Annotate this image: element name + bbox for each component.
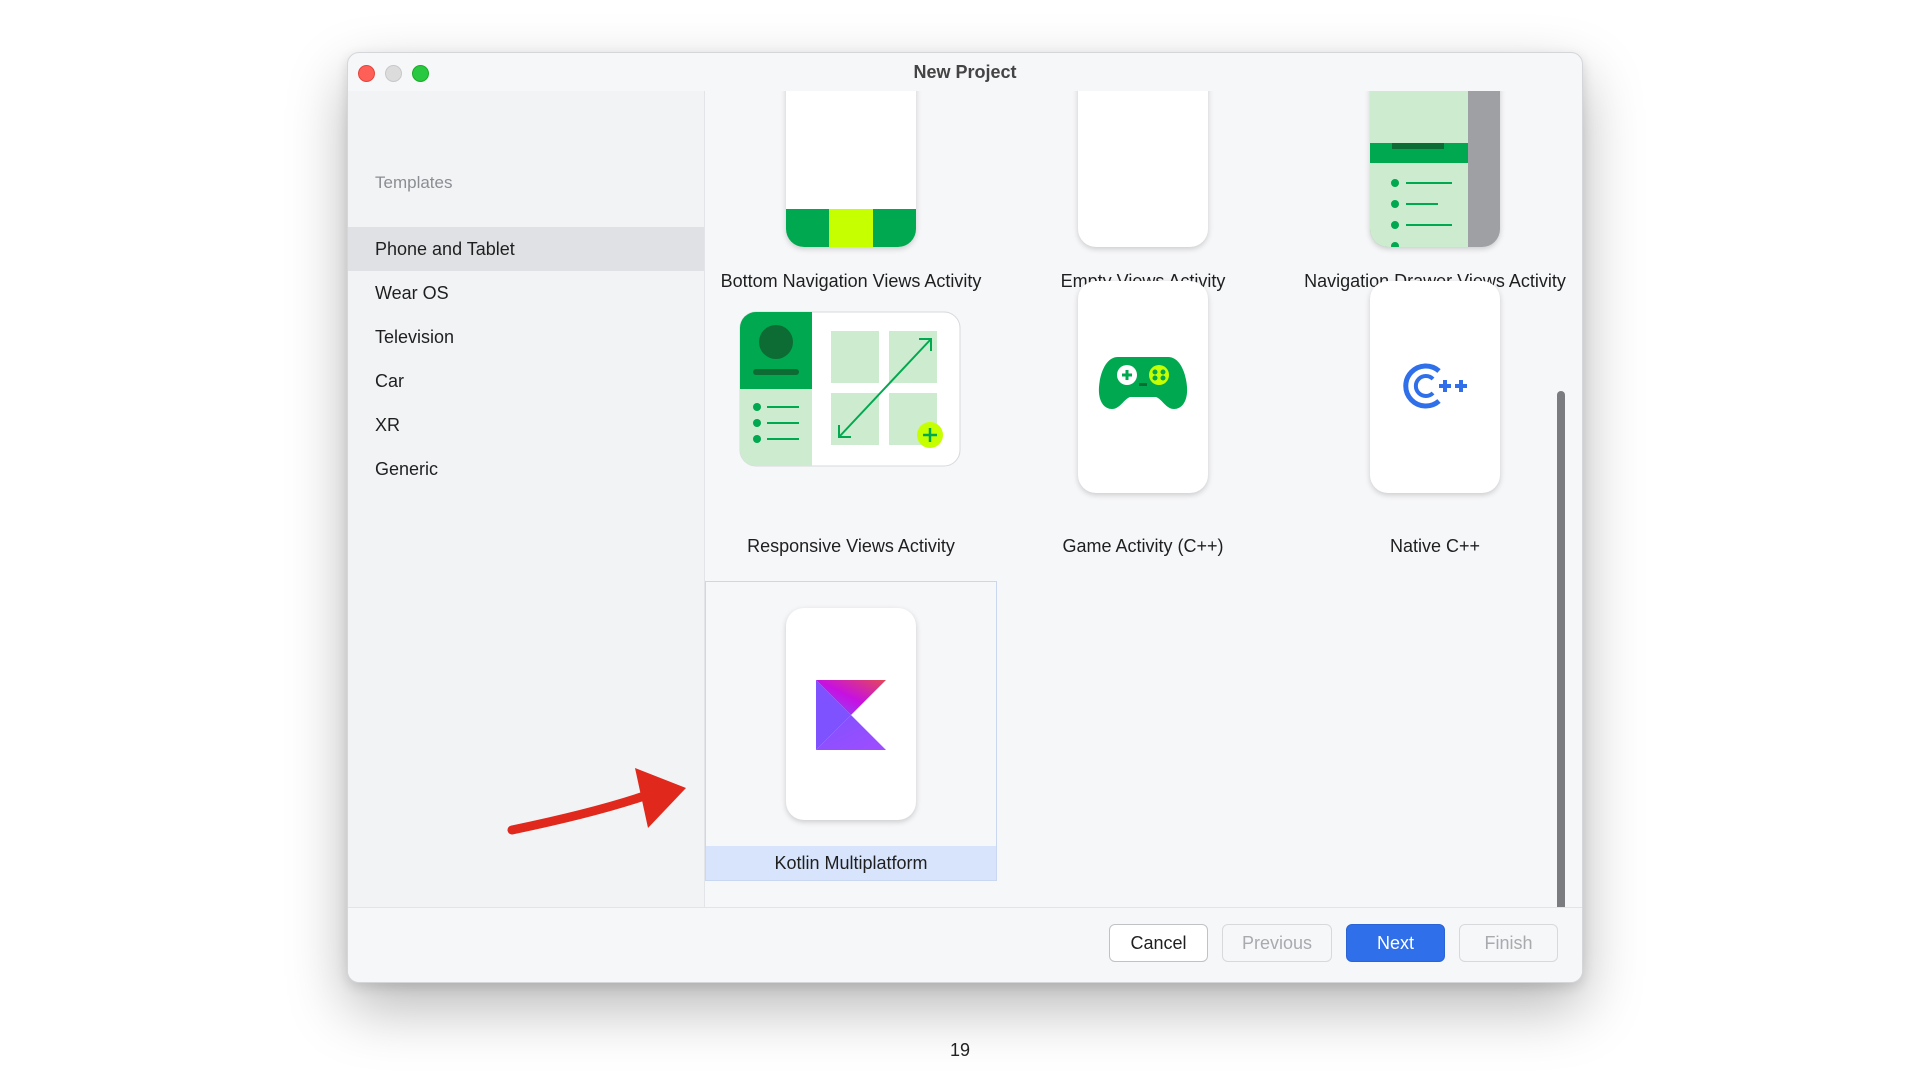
sidebar-item-television[interactable]: Television [348,315,704,359]
sidebar-item-phone-and-tablet[interactable]: Phone and Tablet [348,227,704,271]
window-title: New Project [913,62,1017,82]
template-card-bottom-navigation[interactable]: Bottom Navigation Views Activity [705,91,997,291]
finish-button[interactable]: Finish [1459,924,1558,962]
gamepad-icon [1098,357,1188,409]
sidebar-item-xr[interactable]: XR [348,403,704,447]
template-label: Responsive Views Activity [747,536,955,556]
previous-button[interactable]: Previous [1222,924,1332,962]
template-card-navigation-drawer[interactable]: Navigation Drawer Views Activity [1289,91,1569,291]
template-card-empty-views[interactable]: Empty Views Activity [997,91,1289,291]
template-card-responsive-views[interactable]: Responsive Views Activity [705,281,997,581]
cancel-button[interactable]: Cancel [1109,924,1208,962]
template-card-game-activity[interactable]: Game Activity (C++) [997,281,1289,581]
templates-grid: Bottom Navigation Views Activity Empty V… [705,91,1569,907]
template-label: Native C++ [1389,536,1481,556]
next-button[interactable]: Next [1346,924,1445,962]
responsive-activity-icon [739,311,961,467]
phone-frame [1078,281,1208,493]
vertical-scrollbar[interactable] [1557,391,1565,907]
sidebar-item-generic[interactable]: Generic [348,447,704,491]
page-number: 19 [949,1040,971,1060]
cpp-icon [1403,363,1467,409]
template-card-native-cpp[interactable]: Native C++ [1289,281,1569,581]
sidebar-item-car[interactable]: Car [348,359,704,403]
template-card-kotlin-multiplatform[interactable]: Kotlin Multiplatform [705,581,997,881]
annotation-arrow-icon [507,768,686,835]
phone-frame [786,608,916,820]
navigation-drawer-icon [1370,91,1500,247]
new-project-dialog: New Project Templates Phone and Tablet W… [347,52,1583,983]
template-label: Game Activity (C++) [1062,536,1224,556]
sidebar-header: Templates [375,173,453,192]
bottom-navigation-icon [786,91,916,247]
title-bar: New Project [348,53,1582,91]
sidebar-item-wear-os[interactable]: Wear OS [348,271,704,315]
phone-frame [1370,281,1500,493]
dialog-footer: Cancel Previous Next Finish [348,907,1582,982]
empty-activity-icon [1078,91,1208,247]
kotlin-logo-icon [816,680,886,750]
template-label: Kotlin Multiplatform [706,846,996,880]
